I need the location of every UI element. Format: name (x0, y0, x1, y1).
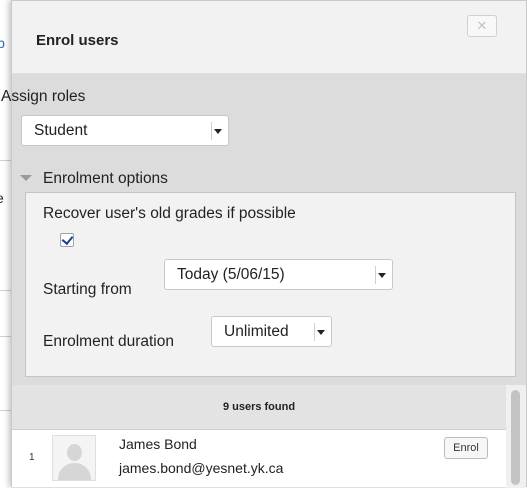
user-email: james.bond@yesnet.yk.ca (119, 460, 284, 476)
close-button[interactable]: ✕ (467, 15, 497, 37)
enrol-button[interactable]: Enrol (444, 437, 488, 459)
background-link-fragment[interactable]: lb (0, 35, 5, 51)
user-avatar-icon (52, 435, 96, 481)
user-row: 1 James Bond james.bond@yesnet.yk.ca Enr… (12, 430, 506, 488)
role-select-value: Student (34, 122, 88, 139)
roles-panel: Assign roles Student Enrolment options R… (1, 74, 526, 385)
enrolment-duration-select[interactable]: Unlimited (211, 316, 332, 347)
starting-from-value: Today (5/06/15) (177, 266, 285, 283)
enrolment-duration-value: Unlimited (224, 323, 289, 340)
chevron-down-icon (315, 323, 327, 341)
enrolment-options-box: Recover user's old grades if possible St… (25, 192, 516, 377)
avatar-head (67, 444, 82, 461)
assign-roles-label: Assign roles (1, 88, 86, 105)
scrollbar-thumb[interactable] (511, 390, 520, 485)
starting-from-label: Starting from (43, 281, 132, 298)
background-text-fragment: e (0, 190, 4, 206)
chevron-down-icon (376, 266, 388, 284)
enrolment-options-legend[interactable]: Enrolment options (43, 170, 168, 188)
user-list-area: 9 users found 1 James Bond james.bond@ye… (12, 385, 526, 488)
chevron-down-icon (212, 122, 224, 140)
recover-grades-label: Recover user's old grades if possible (43, 205, 296, 222)
enrolment-duration-label: Enrolment duration (43, 333, 174, 350)
close-icon: ✕ (476, 18, 488, 33)
role-select[interactable]: Student (21, 115, 229, 146)
starting-from-select[interactable]: Today (5/06/15) (164, 259, 393, 290)
row-number: 1 (29, 452, 35, 463)
dialog-title: Enrol users (36, 32, 119, 49)
triangle-down-icon[interactable] (20, 172, 32, 182)
recover-grades-checkbox[interactable] (60, 233, 74, 247)
users-found-count: 9 users found (12, 385, 506, 430)
dialog-header: Enrol users ✕ (12, 1, 526, 74)
user-name: James Bond (119, 436, 197, 452)
avatar-body (58, 463, 91, 480)
enrol-users-dialog: Enrol users ✕ Assign roles Student Enrol… (1, 0, 527, 488)
user-list-scrollbar[interactable] (506, 385, 526, 488)
